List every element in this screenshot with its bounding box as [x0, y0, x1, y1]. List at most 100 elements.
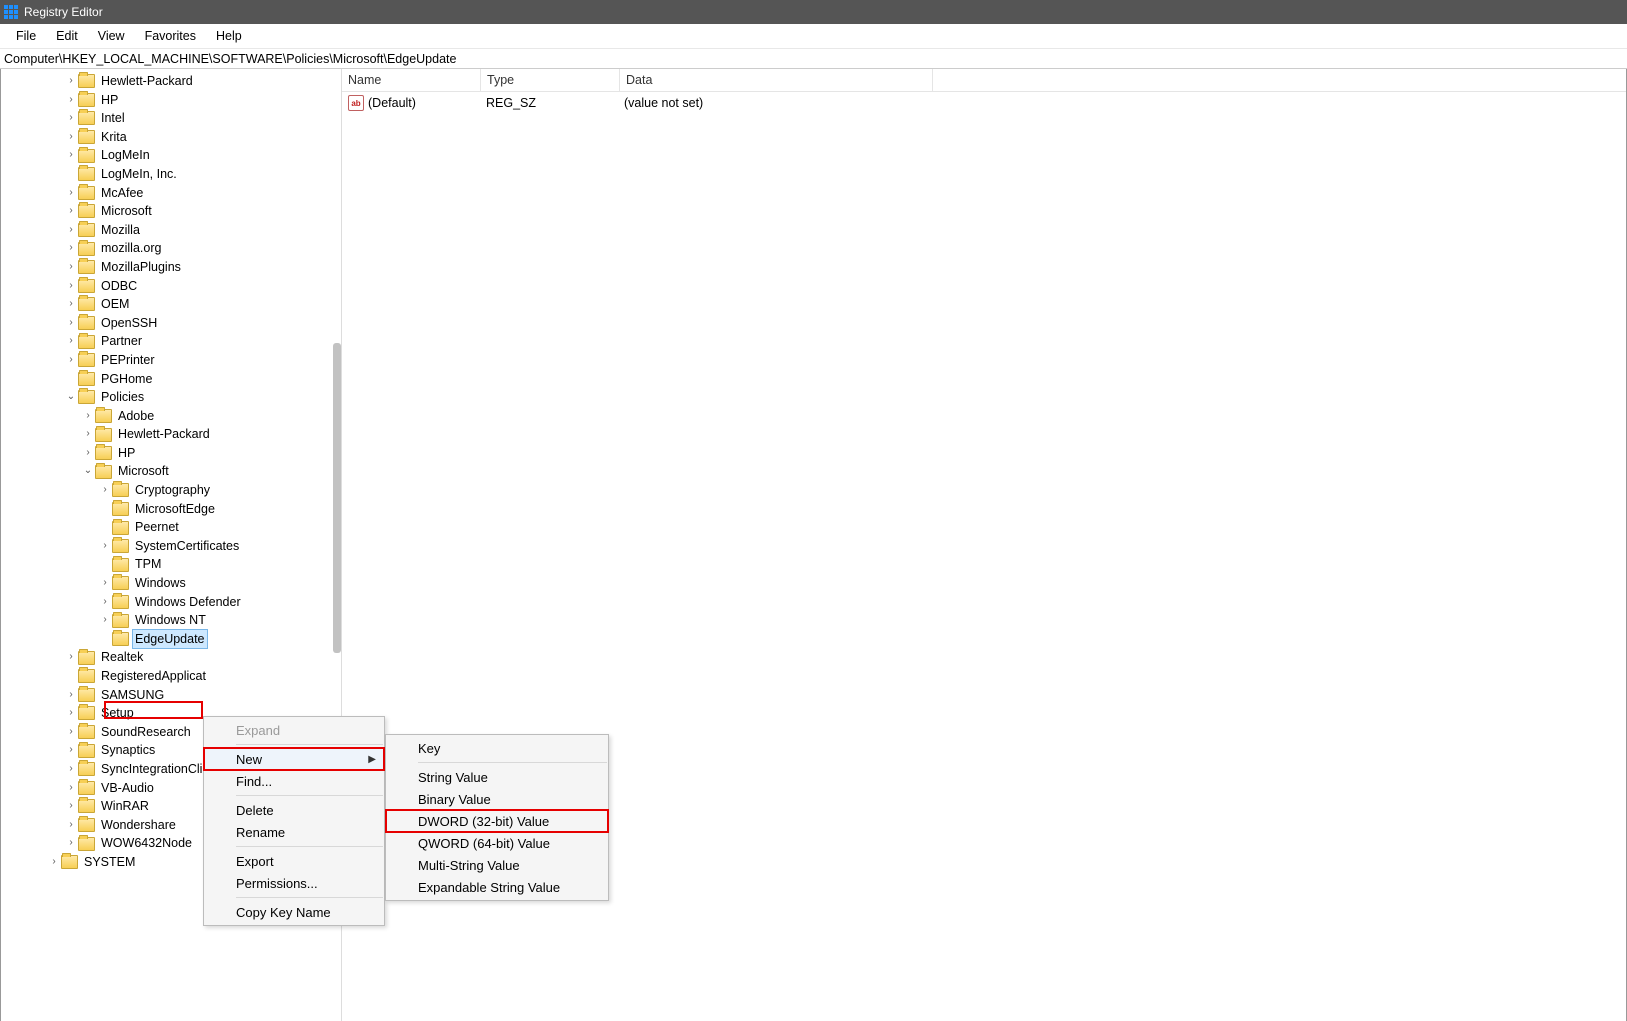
menu-edit[interactable]: Edit — [46, 26, 88, 46]
folder-icon — [78, 204, 95, 218]
chevron-right-icon[interactable]: › — [64, 686, 78, 705]
chevron-right-icon[interactable]: › — [64, 834, 78, 853]
tree-item[interactable]: ⌄Microsoft — [1, 462, 341, 481]
col-type[interactable]: Type — [481, 69, 620, 91]
chevron-right-icon[interactable]: › — [64, 648, 78, 667]
tree-item[interactable]: ›EdgeUpdate — [1, 630, 341, 649]
tree-item[interactable]: ›SystemCertificates — [1, 537, 341, 556]
new-key[interactable]: Key — [386, 737, 608, 759]
chevron-right-icon[interactable]: › — [64, 704, 78, 723]
tree-item[interactable]: ›Windows Defender — [1, 593, 341, 612]
chevron-right-icon[interactable]: › — [64, 723, 78, 742]
ctx-find[interactable]: Find... — [204, 770, 384, 792]
tree-item[interactable]: ›RegisteredApplicat — [1, 667, 341, 686]
chevron-right-icon[interactable]: › — [98, 593, 112, 612]
menu-file[interactable]: File — [6, 26, 46, 46]
tree-item[interactable]: ⌄Policies — [1, 388, 341, 407]
col-name[interactable]: Name — [342, 69, 481, 91]
tree-item[interactable]: ›PEPrinter — [1, 351, 341, 370]
chevron-right-icon[interactable]: › — [81, 407, 95, 426]
chevron-right-icon[interactable]: › — [64, 816, 78, 835]
tree-item[interactable]: ›MozillaPlugins — [1, 258, 341, 277]
chevron-right-icon[interactable]: › — [64, 91, 78, 110]
ctx-new[interactable]: New ▶ — [204, 748, 384, 770]
chevron-right-icon[interactable]: › — [81, 444, 95, 463]
context-menu[interactable]: Expand New ▶ Find... Delete Rename Expor… — [203, 716, 385, 926]
chevron-right-icon[interactable]: › — [64, 72, 78, 91]
new-multi-string-value[interactable]: Multi-String Value — [386, 854, 608, 876]
menu-favorites[interactable]: Favorites — [135, 26, 206, 46]
tree-item[interactable]: ›Windows — [1, 574, 341, 593]
chevron-right-icon[interactable]: › — [98, 537, 112, 556]
chevron-right-icon[interactable]: › — [64, 797, 78, 816]
folder-icon — [95, 428, 112, 442]
chevron-right-icon[interactable]: › — [64, 202, 78, 221]
chevron-right-icon[interactable]: › — [64, 184, 78, 203]
menu-view[interactable]: View — [88, 26, 135, 46]
value-type: REG_SZ — [480, 96, 618, 110]
new-qword-value[interactable]: QWORD (64-bit) Value — [386, 832, 608, 854]
new-expandable-string-value[interactable]: Expandable String Value — [386, 876, 608, 898]
chevron-right-icon[interactable]: › — [64, 314, 78, 333]
chevron-down-icon[interactable]: ⌄ — [64, 388, 78, 407]
ctx-rename[interactable]: Rename — [204, 821, 384, 843]
chevron-right-icon[interactable]: › — [64, 332, 78, 351]
tree-item[interactable]: › Mozilla — [1, 221, 341, 240]
chevron-right-icon[interactable]: › — [98, 611, 112, 630]
new-dword-value[interactable]: DWORD (32-bit) Value — [386, 810, 608, 832]
chevron-right-icon[interactable]: › — [64, 351, 78, 370]
chevron-down-icon[interactable]: ⌄ — [81, 462, 95, 481]
tree-item[interactable]: ›Krita — [1, 128, 341, 147]
tree-item[interactable]: ›HP — [1, 444, 341, 463]
address-bar[interactable]: Computer\HKEY_LOCAL_MACHINE\SOFTWARE\Pol… — [0, 49, 1627, 69]
chevron-right-icon[interactable]: › — [64, 760, 78, 779]
tree-item[interactable]: ›Windows NT — [1, 611, 341, 630]
tree-item[interactable]: ›TPM — [1, 555, 341, 574]
chevron-right-icon[interactable]: › — [64, 258, 78, 277]
ctx-copy-key-name[interactable]: Copy Key Name — [204, 901, 384, 923]
tree-item[interactable]: ›LogMeIn — [1, 146, 341, 165]
tree-item[interactable]: ›Adobe — [1, 407, 341, 426]
chevron-right-icon[interactable]: › — [64, 239, 78, 258]
chevron-right-icon[interactable]: › — [64, 277, 78, 296]
chevron-right-icon[interactable]: › — [98, 574, 112, 593]
tree-item[interactable]: ›mozilla.org — [1, 239, 341, 258]
chevron-right-icon[interactable]: › — [64, 779, 78, 798]
tree-item[interactable]: ›Realtek — [1, 648, 341, 667]
tree-item[interactable]: ›ODBC — [1, 277, 341, 296]
list-row[interactable]: ab (Default) REG_SZ (value not set) — [342, 92, 1626, 113]
ctx-permissions[interactable]: Permissions... — [204, 872, 384, 894]
chevron-right-icon[interactable]: › — [47, 853, 61, 872]
scrollbar-thumb[interactable] — [333, 343, 341, 653]
tree-item[interactable]: ›Intel — [1, 109, 341, 128]
tree-item[interactable]: ›LogMeIn, Inc. — [1, 165, 341, 184]
tree-item-label: Mozilla — [99, 221, 142, 240]
tree-item[interactable]: ›OEM — [1, 295, 341, 314]
tree-item[interactable]: ›MicrosoftEdge — [1, 500, 341, 519]
col-data[interactable]: Data — [620, 69, 933, 91]
new-string-value[interactable]: String Value — [386, 766, 608, 788]
tree-item[interactable]: ›Hewlett-Packard — [1, 425, 341, 444]
chevron-right-icon[interactable]: › — [98, 481, 112, 500]
tree-item[interactable]: ›Cryptography — [1, 481, 341, 500]
tree-item[interactable]: ›Partner — [1, 332, 341, 351]
chevron-right-icon[interactable]: › — [81, 425, 95, 444]
new-submenu[interactable]: Key String Value Binary Value DWORD (32-… — [385, 734, 609, 901]
tree-item[interactable]: ›OpenSSH — [1, 314, 341, 333]
chevron-right-icon[interactable]: › — [64, 109, 78, 128]
chevron-right-icon[interactable]: › — [64, 295, 78, 314]
tree-item[interactable]: ›Microsoft — [1, 202, 341, 221]
tree-item[interactable]: ›HP — [1, 91, 341, 110]
new-binary-value[interactable]: Binary Value — [386, 788, 608, 810]
tree-item[interactable]: ›PGHome — [1, 370, 341, 389]
chevron-right-icon[interactable]: › — [64, 741, 78, 760]
chevron-right-icon[interactable]: › — [64, 146, 78, 165]
tree-item[interactable]: ›Hewlett-Packard — [1, 72, 341, 91]
tree-item[interactable]: ›Peernet — [1, 518, 341, 537]
ctx-delete[interactable]: Delete — [204, 799, 384, 821]
menu-help[interactable]: Help — [206, 26, 252, 46]
chevron-right-icon[interactable]: › — [64, 128, 78, 147]
tree-item[interactable]: ›McAfee — [1, 184, 341, 203]
ctx-export[interactable]: Export — [204, 850, 384, 872]
chevron-right-icon[interactable]: › — [64, 221, 78, 240]
